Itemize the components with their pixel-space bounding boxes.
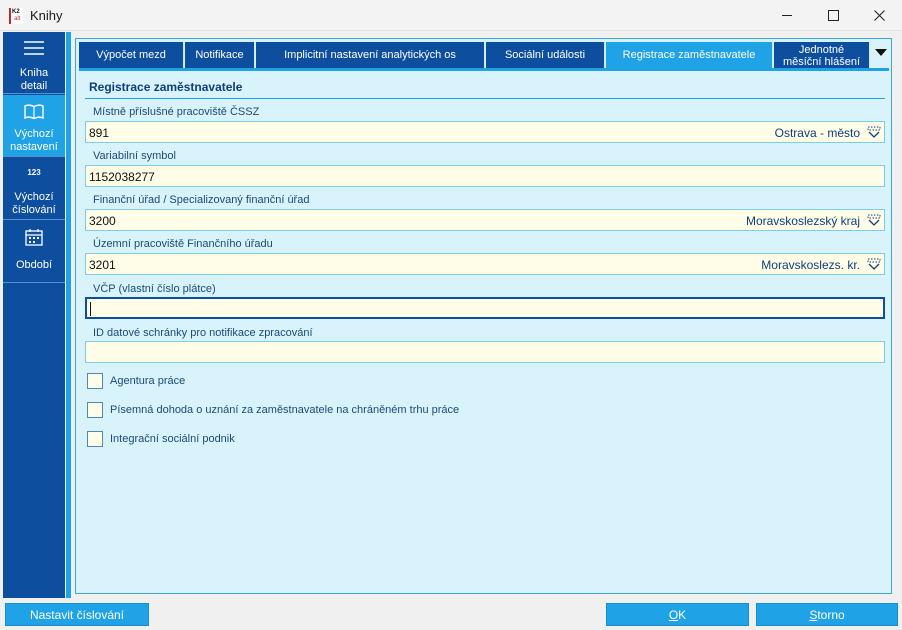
title-bar: K2 alt Knihy [0, 0, 902, 31]
cssz-field[interactable]: 891 Ostrava - město [85, 121, 885, 143]
vcp-label: VČP (vlastní číslo plátce) [93, 283, 216, 295]
vcp-field[interactable] [85, 297, 885, 319]
variabilni-symbol-value: 1152038277 [89, 170, 155, 184]
app-icon-text-bottom: alt [14, 16, 21, 22]
dropdown-icon[interactable] [867, 214, 881, 226]
uzemni-pracoviste-description: Moravskoslezs. kr. [761, 258, 860, 272]
uzemni-pracoviste-field[interactable]: 3201 Moravskoslezs. kr. [85, 253, 885, 275]
integracni-podnik-checkbox[interactable] [87, 431, 103, 447]
text-cursor [90, 302, 91, 316]
ok-accesskey: O [668, 607, 679, 622]
sidebar: Kniha detail Výchozí nastavení 123 Výcho… [3, 32, 65, 598]
close-button[interactable] [856, 0, 902, 31]
section-divider [85, 98, 885, 99]
ok-label-rest: K [678, 607, 687, 622]
datova-schranka-label: ID datové schránky pro notifikace zpraco… [93, 327, 313, 339]
numbering-icon: 123 [27, 168, 41, 177]
sidebar-item-vychozi-cislovani[interactable]: 123 Výchozí číslování [3, 158, 65, 220]
cssz-value: 891 [89, 126, 110, 140]
sidebar-label-line1: Výchozí [14, 128, 54, 140]
uzemni-pracoviste-value: 3201 [89, 258, 116, 272]
calendar-icon [25, 229, 43, 246]
window-title: Knihy [30, 8, 63, 23]
sidebar-label-line1: Kniha [19, 67, 49, 79]
tab-underline [79, 68, 889, 71]
sidebar-item-vychozi-nastaveni[interactable]: Výchozí nastavení [3, 95, 65, 157]
tab-socialni-udalosti[interactable]: Sociální události [486, 42, 605, 68]
pisemna-dohoda-checkbox[interactable] [87, 402, 103, 418]
sidebar-label-line1: Období [15, 259, 53, 271]
sidebar-label-line2: detail [20, 80, 48, 92]
tab-registrace-zamestnavatele[interactable]: Registrace zaměstnavatele [606, 42, 773, 68]
cancel-button[interactable]: Storno [756, 603, 898, 626]
list-icon [24, 41, 44, 55]
minimize-button[interactable] [764, 0, 810, 31]
sidebar-item-label: Období [3, 259, 65, 272]
sidebar-item-label: Výchozí nastavení [3, 128, 65, 154]
cssz-label: Místně příslušné pracoviště ČSSZ [93, 106, 260, 118]
app-icon-text-top: K2 [12, 9, 20, 15]
financni-urad-label: Finanční úřad / Specializovaný finanční … [93, 194, 310, 206]
tab-label-line2: měsíční hlášení [782, 55, 861, 68]
sidebar-item-obdobi[interactable]: Období [3, 221, 65, 283]
tab-overflow-dropdown[interactable] [873, 42, 889, 68]
tab-jednotne-mesicni-hlaseni[interactable]: Jednotné měsíční hlášení [774, 42, 870, 68]
main-panel: Výpočet mezd Notifikace Implicitní nasta… [75, 38, 892, 594]
financni-urad-value: 3200 [89, 214, 116, 228]
book-icon [24, 104, 44, 120]
app-icon: K2 alt [9, 8, 23, 24]
sidebar-accent-strip [66, 32, 71, 598]
variabilni-symbol-label: Variabilní symbol [93, 150, 176, 162]
datova-schranka-field[interactable] [85, 341, 885, 363]
set-numbering-button[interactable]: Nastavit číslování [5, 603, 149, 626]
cancel-accesskey: S [809, 607, 818, 622]
variabilni-symbol-field[interactable]: 1152038277 [85, 165, 885, 187]
agentura-prace-checkbox[interactable] [87, 373, 103, 389]
close-icon [873, 10, 885, 21]
pisemna-dohoda-label[interactable]: Písemná dohoda o uznání za zaměstnavatel… [110, 404, 459, 416]
agentura-prace-label[interactable]: Agentura práce [110, 375, 185, 387]
section-title: Registrace zaměstnavatele [89, 80, 243, 94]
tab-vypocet-mezd[interactable]: Výpočet mezd [79, 42, 184, 68]
dropdown-icon[interactable] [867, 258, 881, 270]
uzemni-pracoviste-label: Územní pracoviště Finančního úřadu [93, 238, 273, 250]
sidebar-item-kniha-detail[interactable]: Kniha detail [3, 32, 65, 94]
tab-implicitni-nastaveni[interactable]: Implicitní nastavení analytických os [256, 42, 485, 68]
sidebar-item-label: Kniha detail [3, 67, 65, 93]
sidebar-item-label: Výchozí číslování [3, 191, 65, 217]
financni-urad-field[interactable]: 3200 Moravskoslezský kraj [85, 209, 885, 231]
sidebar-label-line2: nastavení [10, 141, 58, 153]
tab-notifikace[interactable]: Notifikace [185, 42, 255, 68]
integracni-podnik-label[interactable]: Integrační sociální podnik [110, 433, 235, 445]
dropdown-icon[interactable] [867, 126, 881, 138]
cancel-label-rest: torno [817, 607, 845, 622]
financni-urad-description: Moravskoslezský kraj [745, 214, 860, 228]
cssz-description: Ostrava - město [774, 126, 860, 140]
maximize-button[interactable] [810, 0, 856, 31]
tab-label-line1: Jednotné [798, 43, 845, 56]
tab-bar: Výpočet mezd Notifikace Implicitní nasta… [79, 42, 889, 68]
ok-button[interactable]: OK [606, 603, 749, 626]
sidebar-label-line2: číslování [12, 204, 56, 216]
sidebar-label-line1: Výchozí [14, 191, 54, 203]
